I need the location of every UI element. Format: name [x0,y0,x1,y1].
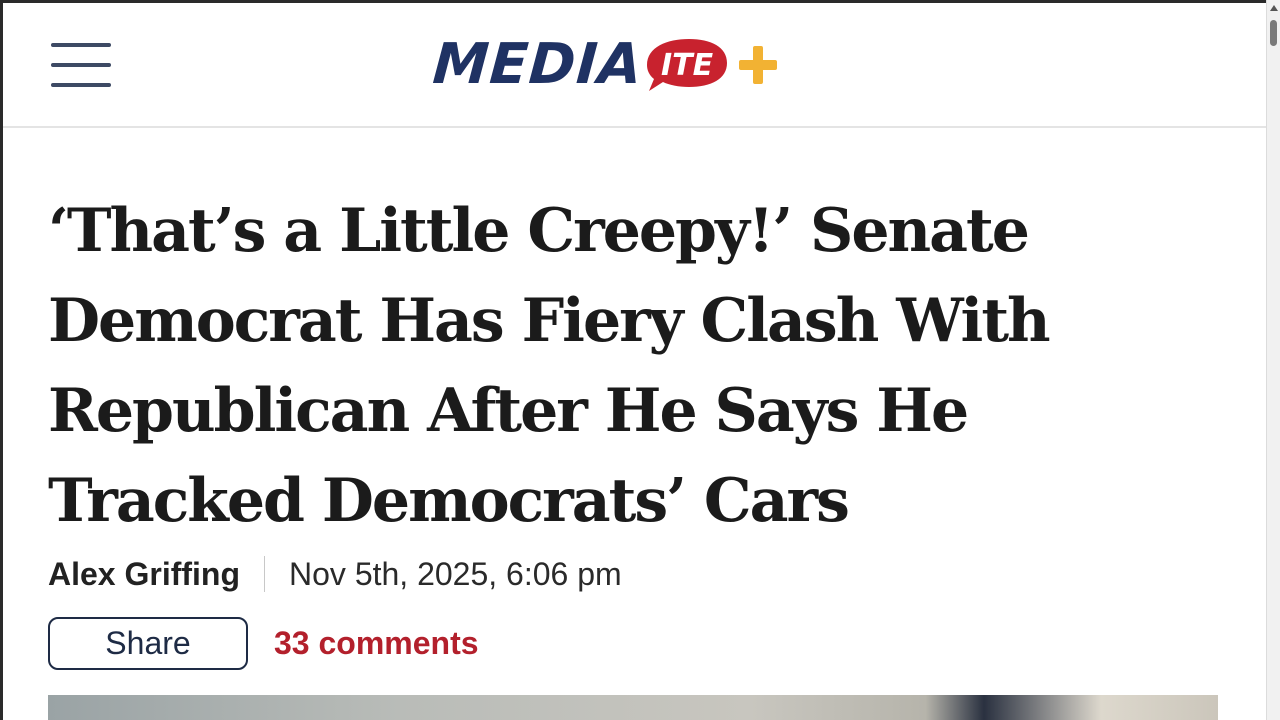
article-actions: Share 33 comments [48,617,479,670]
publish-date: Nov 5th, 2025, 6:06 pm [289,555,622,592]
hamburger-menu-icon[interactable] [51,41,113,93]
scrollbar-thumb[interactable] [1270,20,1277,46]
byline-divider [264,556,266,592]
site-logo[interactable]: MEDIA ITE [430,32,779,97]
logo-plus-icon [738,46,777,84]
article-headline: ‘That’s a Little Creepy!’ Senate Democra… [48,196,1051,536]
page-scrollbar[interactable] [1266,0,1280,720]
logo-speech-bubble-icon: ITE [646,39,727,91]
article-hero-image [48,695,1218,720]
logo-wordmark: MEDIA [430,32,645,97]
scroll-up-arrow-icon[interactable] [1270,5,1278,11]
article-byline: Alex Griffing Nov 5th, 2025, 6:06 pm [48,554,622,594]
site-header: MEDIA ITE [3,3,1266,128]
author-link[interactable]: Alex Griffing [48,556,240,593]
logo-bubble-text: ITE [661,48,714,83]
comments-link[interactable]: 33 comments [274,625,479,662]
share-button[interactable]: Share [48,617,248,670]
